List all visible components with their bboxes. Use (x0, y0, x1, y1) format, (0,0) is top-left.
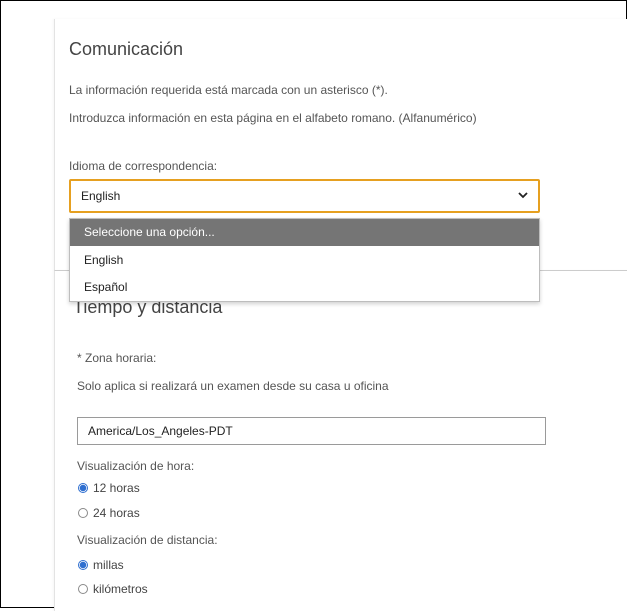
language-select-value: English (81, 189, 121, 203)
required-note: La información requerida está marcada co… (69, 83, 388, 97)
roman-alphabet-note: Introduzca información en esta página en… (69, 111, 477, 125)
chevron-down-icon (516, 188, 530, 202)
dropdown-option-spanish[interactable]: Español (70, 274, 539, 301)
radio-kilometers-label[interactable]: kilómetros (93, 582, 148, 596)
radio-12-hours[interactable] (78, 483, 88, 493)
timezone-note: Solo aplica si realizará un examen desde… (77, 379, 389, 393)
timezone-input[interactable] (77, 417, 546, 445)
radio-12-hours-label[interactable]: 12 horas (93, 481, 140, 495)
radio-kilometers[interactable] (78, 584, 88, 594)
radio-24-hours[interactable] (78, 508, 88, 518)
dropdown-option-english[interactable]: English (70, 247, 539, 274)
radio-miles[interactable] (78, 560, 88, 570)
time-display-label: Visualización de hora: (77, 459, 195, 473)
distance-display-label: Visualización de distancia: (77, 533, 218, 547)
dropdown-option-placeholder[interactable]: Seleccione una opción... (70, 219, 539, 246)
radio-24-hours-label[interactable]: 24 horas (93, 506, 140, 520)
language-select[interactable]: English (69, 179, 540, 213)
page-frame: Comunicación La información requerida es… (0, 0, 627, 611)
language-dropdown-list: Seleccione una opción... English Español (69, 218, 540, 302)
language-label: Idioma de correspondencia: (69, 159, 218, 173)
radio-miles-label[interactable]: millas (93, 558, 124, 572)
timezone-label: * Zona horaria: (77, 351, 157, 365)
communication-title: Comunicación (69, 39, 184, 59)
